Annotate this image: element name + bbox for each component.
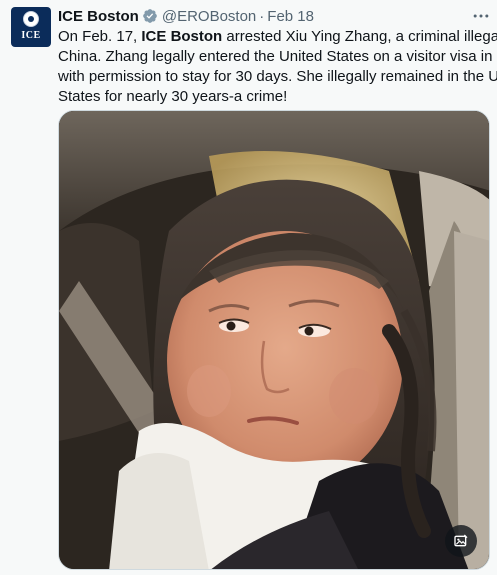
tweet-header: ICE Boston @EROBoston · Feb 18 xyxy=(58,6,314,26)
avatar-label: ICE xyxy=(21,30,41,41)
image-edit-button[interactable] xyxy=(445,525,477,557)
tweet-text-segment: On Feb. 17, xyxy=(58,28,142,45)
tweet-photo[interactable] xyxy=(58,110,490,570)
tweet[interactable]: ICE ICE Boston @EROBoston · Feb 18 On Fe… xyxy=(0,0,497,575)
tweet-text-segment: arrested Xiu Ying Zhang, a criminal ille… xyxy=(226,28,497,45)
image-edit-icon xyxy=(454,534,468,547)
seal-icon xyxy=(23,11,39,27)
tweet-line-1: On Feb. 17, ICE Boston arrested Xiu Ying… xyxy=(58,27,497,47)
more-options-icon[interactable] xyxy=(471,6,491,26)
tweet-line-2: China. Zhang legally entered the United … xyxy=(58,48,497,65)
photo-image xyxy=(59,111,489,569)
tweet-text: On Feb. 17, ICE Boston arrested Xiu Ying… xyxy=(58,27,497,107)
avatar[interactable]: ICE xyxy=(11,7,51,47)
tweet-bold-mention: ICE Boston xyxy=(141,28,223,45)
timestamp[interactable]: Feb 18 xyxy=(267,8,314,25)
verified-badge-icon xyxy=(143,9,157,23)
separator-dot: · xyxy=(259,7,265,25)
display-name[interactable]: ICE Boston xyxy=(58,8,139,25)
tweet-line-3: with permission to stay for 30 days. She… xyxy=(58,68,497,85)
handle[interactable]: @EROBoston xyxy=(162,8,256,25)
tweet-line-4: States for nearly 30 years-a crime! xyxy=(58,88,288,105)
